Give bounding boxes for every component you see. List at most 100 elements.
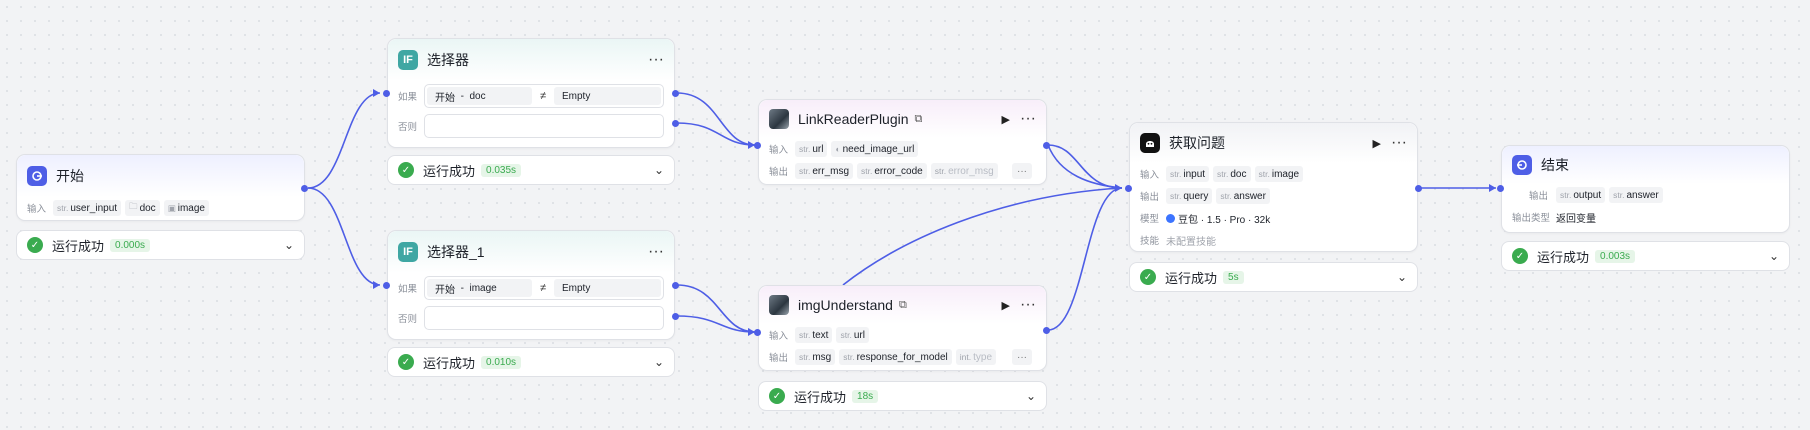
else-box[interactable] bbox=[424, 306, 664, 330]
check-circle-icon: ✓ bbox=[769, 388, 785, 404]
edge-selector1-img bbox=[676, 284, 756, 333]
condition-box[interactable]: 开始 - doc ≠ Empty bbox=[424, 84, 664, 108]
output-label: 输出 bbox=[769, 353, 789, 364]
more-dots-icon[interactable]: ··· bbox=[1391, 135, 1407, 151]
selector-1-node[interactable]: IF 选择器_1 ··· 如果 开始 - image ≠ Empty 否则 bbox=[387, 230, 675, 340]
check-circle-icon: ✓ bbox=[398, 162, 414, 178]
condition-box[interactable]: 开始 - image ≠ Empty bbox=[424, 276, 664, 300]
else-label: 否则 bbox=[398, 122, 418, 133]
end-node-title: 结束 bbox=[1541, 157, 1569, 173]
get-question-node-header: 获取问题 ▶ ··· bbox=[1130, 123, 1417, 163]
var-tag: str. output bbox=[1556, 187, 1606, 203]
get-question-output-port[interactable] bbox=[1415, 185, 1422, 192]
skill-value: 未配置技能 bbox=[1166, 236, 1216, 248]
arrow-selector1 bbox=[373, 281, 380, 289]
var-tag: int. type bbox=[955, 349, 997, 365]
end-node[interactable]: 结束 输出 str. output str. answer 输出类型 返回变量 bbox=[1501, 145, 1790, 233]
more-dots-icon[interactable]: ··· bbox=[648, 52, 664, 68]
more-dots-icon[interactable]: ··· bbox=[1020, 297, 1036, 313]
start-status[interactable]: ✓ 运行成功 0.000s ⌄ bbox=[16, 230, 305, 260]
var-tag: str. err_msg bbox=[795, 163, 854, 179]
plugin-avatar-icon bbox=[769, 295, 789, 315]
start-node-header: 开始 bbox=[17, 155, 304, 197]
end-status[interactable]: ✓ 运行成功 0.003s ⌄ bbox=[1501, 241, 1790, 271]
condition-right: Empty bbox=[554, 87, 661, 105]
link-reader-output-port[interactable] bbox=[1043, 142, 1050, 149]
selector-1-if-port[interactable] bbox=[672, 282, 679, 289]
img-understand-output-port[interactable] bbox=[1043, 327, 1050, 334]
selector-input-port[interactable] bbox=[383, 90, 390, 97]
status-duration: 0.035s bbox=[481, 163, 522, 177]
if-icon: IF bbox=[398, 242, 418, 262]
else-box[interactable] bbox=[424, 114, 664, 138]
img-understand-input-port[interactable] bbox=[754, 329, 761, 336]
selector-else-port[interactable] bbox=[672, 120, 679, 127]
more-outputs-icon[interactable]: ··· bbox=[1012, 349, 1032, 365]
edge-selector-linkreader bbox=[676, 92, 756, 146]
if-icon: IF bbox=[398, 50, 418, 70]
play-icon[interactable]: ▶ bbox=[1002, 299, 1010, 312]
output-row: 输出 str. msg str. response_for_model int. ty… bbox=[759, 346, 1046, 368]
else-row: 否则 bbox=[388, 111, 674, 141]
output-row: 输出 str. output str. answer bbox=[1502, 184, 1789, 206]
folder-icon: 🗀 bbox=[129, 201, 138, 211]
var-tag: 🗀 doc bbox=[125, 200, 160, 216]
end-input-port[interactable] bbox=[1497, 185, 1504, 192]
chevron-down-icon[interactable]: ⌄ bbox=[654, 163, 664, 177]
chevron-down-icon[interactable]: ⌄ bbox=[1769, 249, 1779, 263]
img-understand-node[interactable]: imgUnderstand ⧉ ▶ ··· 输入 str. text str. ur… bbox=[758, 285, 1047, 371]
edge-img-getq bbox=[1047, 187, 1123, 331]
edge-selector-getq bbox=[1047, 144, 1123, 189]
var-tag: str. answer bbox=[1216, 188, 1270, 204]
edge-selector1-else-img bbox=[676, 315, 756, 333]
else-row: 否则 bbox=[388, 303, 674, 333]
selector-node[interactable]: IF 选择器 ··· 如果 开始 - doc ≠ Empty 否则 bbox=[387, 38, 675, 148]
edge-selector-else-linkreader bbox=[676, 122, 756, 146]
selector-1-else-port[interactable] bbox=[672, 313, 679, 320]
status-text: 运行成功 bbox=[52, 238, 105, 254]
status-text: 运行成功 bbox=[423, 163, 476, 179]
chevron-down-icon[interactable]: ⌄ bbox=[654, 355, 664, 369]
edge-start-selector1 bbox=[307, 187, 381, 286]
condition-left: 开始 - doc bbox=[427, 87, 532, 105]
img-understand-status[interactable]: ✓ 运行成功 18s ⌄ bbox=[758, 381, 1047, 411]
get-question-node[interactable]: 获取问题 ▶ ··· 输入 str. input str. doc str. imag… bbox=[1129, 122, 1418, 252]
output-type-value: 返回变量 bbox=[1556, 213, 1596, 225]
chevron-down-icon[interactable]: ⌄ bbox=[284, 238, 294, 252]
check-circle-icon: ✓ bbox=[1140, 269, 1156, 285]
selector-1-status[interactable]: ✓ 运行成功 0.010s ⌄ bbox=[387, 347, 675, 377]
play-icon[interactable]: ▶ bbox=[1002, 113, 1010, 126]
var-tag: str. url bbox=[836, 327, 869, 343]
input-row: 输入 str. url ◐ need_image_url bbox=[759, 138, 1046, 160]
var-tag: str. input bbox=[1166, 166, 1210, 182]
check-circle-icon: ✓ bbox=[27, 237, 43, 253]
link-reader-node-title: LinkReaderPlugin bbox=[798, 111, 909, 127]
if-label: 如果 bbox=[398, 284, 418, 295]
more-dots-icon[interactable]: ··· bbox=[1020, 111, 1036, 127]
plugin-icon: ⧉ bbox=[914, 112, 923, 125]
llm-icon bbox=[1140, 133, 1160, 153]
more-outputs-icon[interactable]: ··· bbox=[1012, 163, 1032, 179]
selector-if-port[interactable] bbox=[672, 90, 679, 97]
var-tag: ◐ need_image_url bbox=[831, 141, 919, 157]
condition-left: 开始 - image bbox=[427, 279, 532, 297]
skill-row: 技能 未配置技能 bbox=[1130, 229, 1417, 251]
var-tag: str. msg bbox=[795, 349, 836, 365]
chevron-down-icon[interactable]: ⌄ bbox=[1397, 270, 1407, 284]
condition-operator: ≠ bbox=[539, 90, 547, 102]
get-question-status[interactable]: ✓ 运行成功 5s ⌄ bbox=[1129, 262, 1418, 292]
get-question-input-port[interactable] bbox=[1125, 185, 1132, 192]
selector-status[interactable]: ✓ 运行成功 0.035s ⌄ bbox=[387, 155, 675, 185]
start-output-port[interactable] bbox=[301, 185, 308, 192]
start-node-title: 开始 bbox=[56, 168, 84, 184]
condition-right: Empty bbox=[554, 279, 661, 297]
if-row: 如果 开始 - doc ≠ Empty bbox=[388, 81, 674, 111]
if-label: 如果 bbox=[398, 92, 418, 103]
link-reader-input-port[interactable] bbox=[754, 142, 761, 149]
start-node[interactable]: 开始 输入 str. user_input 🗀 doc ▣ image bbox=[16, 154, 305, 221]
play-icon[interactable]: ▶ bbox=[1373, 137, 1381, 150]
link-reader-node[interactable]: LinkReaderPlugin ⧉ ▶ ··· 输入 str. url ◐ nee… bbox=[758, 99, 1047, 185]
more-dots-icon[interactable]: ··· bbox=[648, 244, 664, 260]
selector-1-input-port[interactable] bbox=[383, 282, 390, 289]
chevron-down-icon[interactable]: ⌄ bbox=[1026, 389, 1036, 403]
